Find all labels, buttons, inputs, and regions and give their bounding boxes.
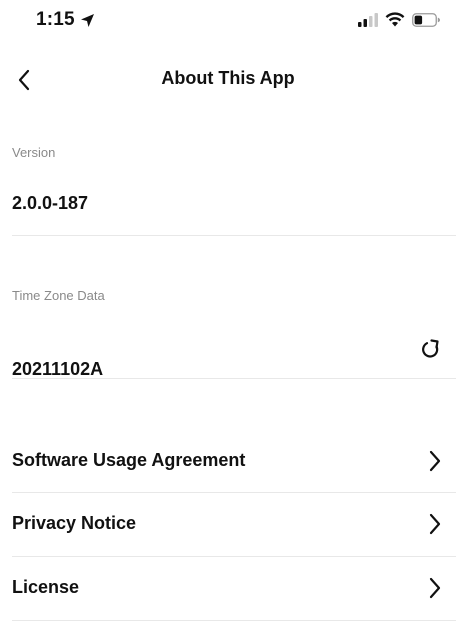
version-caption: Version	[12, 145, 56, 160]
link-label: Privacy Notice	[12, 513, 137, 533]
version-value: 2.0.0-187	[12, 193, 89, 213]
chevron-right-icon	[429, 450, 441, 472]
page-title: About This App	[161, 68, 295, 88]
license-row[interactable]: License	[0, 557, 456, 619]
link-label: Software Usage Agreement	[12, 450, 246, 470]
status-time: 1:15	[36, 9, 75, 30]
divider	[12, 235, 456, 236]
cellular-signal-icon	[358, 12, 378, 27]
software-usage-agreement-row[interactable]: Software Usage Agreement	[0, 430, 456, 492]
privacy-notice-row[interactable]: Privacy Notice	[0, 493, 456, 555]
divider	[12, 378, 456, 379]
location-arrow-icon	[80, 13, 94, 27]
status-time-group: 1:15	[36, 9, 95, 31]
timezone-value: 20211102A	[12, 359, 104, 379]
refresh-icon	[422, 339, 439, 358]
wifi-icon	[385, 12, 405, 27]
timezone-caption: Time Zone Data	[12, 288, 105, 303]
status-indicators	[358, 12, 440, 27]
navigation-bar: About This App	[0, 56, 456, 104]
refresh-timezone-button[interactable]	[418, 337, 444, 363]
divider	[12, 620, 456, 621]
link-label: License	[12, 577, 80, 597]
battery-icon	[412, 12, 440, 27]
status-bar: 1:15	[0, 0, 456, 44]
chevron-right-icon	[429, 577, 441, 599]
chevron-right-icon	[429, 513, 441, 535]
